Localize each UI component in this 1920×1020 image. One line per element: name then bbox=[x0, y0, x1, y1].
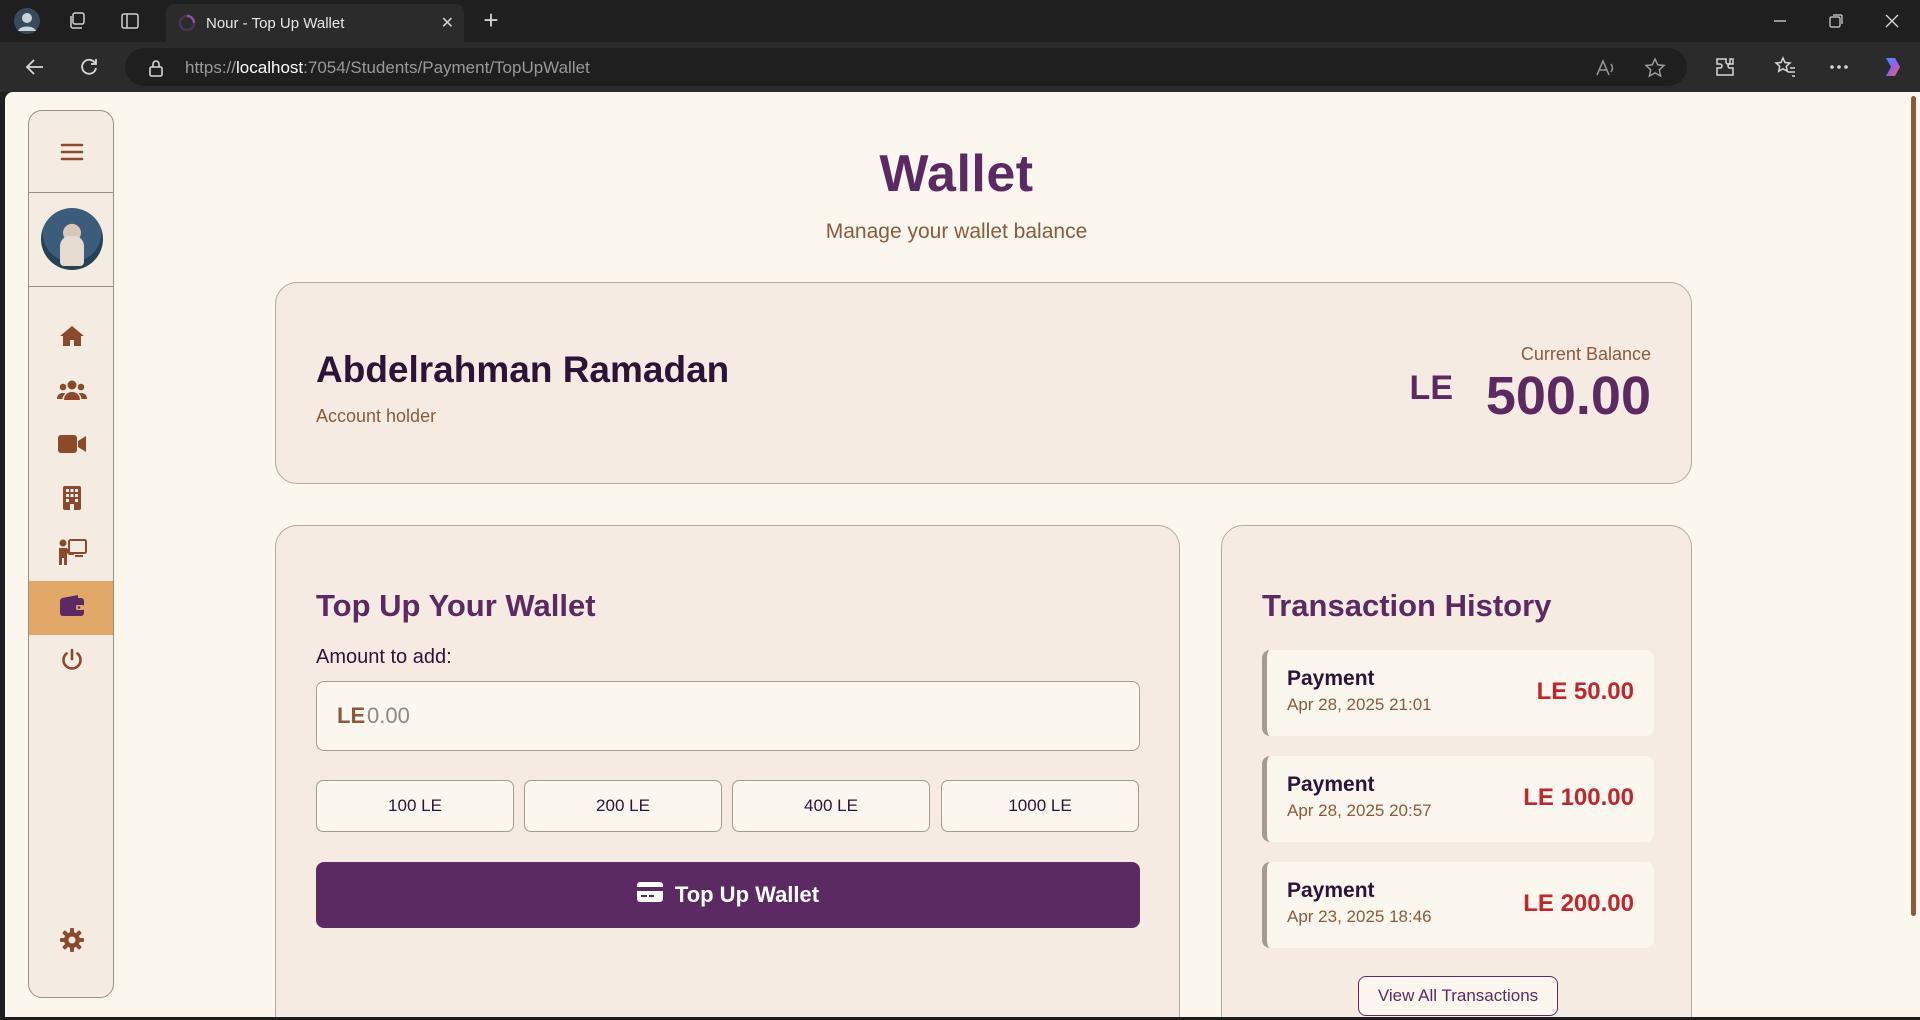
account-holder-label: Account holder bbox=[316, 406, 437, 426]
sidebar-item-videos[interactable] bbox=[29, 419, 113, 473]
video-icon bbox=[58, 434, 86, 459]
transaction-date: Apr 23, 2025 18:46 bbox=[1287, 907, 1432, 926]
amount-label: Amount to add: bbox=[316, 646, 452, 668]
sidebar-item-home[interactable] bbox=[29, 311, 113, 365]
browser-toolbar: https://localhost:7054/Students/Payment/… bbox=[0, 42, 1920, 92]
transaction-item[interactable]: Payment Apr 28, 2025 21:01 LE 50.00 bbox=[1262, 650, 1654, 736]
page-subtitle: Manage your wallet balance bbox=[825, 220, 1088, 243]
users-icon bbox=[57, 379, 87, 406]
page-scrollbar[interactable] bbox=[1908, 92, 1920, 1017]
read-aloud-icon[interactable] bbox=[1595, 57, 1617, 79]
quick-amount-1000-button[interactable]: 1000 LE bbox=[941, 780, 1139, 832]
more-options-icon[interactable] bbox=[1824, 52, 1854, 82]
transaction-type: Payment bbox=[1287, 667, 1375, 690]
copilot-icon[interactable] bbox=[1878, 52, 1908, 82]
close-tab-icon[interactable]: ✕ bbox=[441, 13, 454, 33]
loading-spinner-icon bbox=[178, 14, 196, 37]
url-text[interactable]: https://localhost:7054/Students/Payment/… bbox=[185, 58, 590, 78]
lock-icon[interactable] bbox=[145, 57, 167, 79]
back-icon[interactable] bbox=[20, 52, 50, 82]
amount-input[interactable]: LE 0.00 bbox=[316, 681, 1140, 751]
extensions-icon[interactable] bbox=[1710, 52, 1740, 82]
balance-amount: 500.00 bbox=[1485, 366, 1651, 426]
power-icon bbox=[60, 648, 84, 677]
credit-card-icon bbox=[636, 882, 663, 908]
restore-button[interactable] bbox=[1808, 0, 1864, 42]
topup-card: Top Up Your Wallet Amount to add: LE 0.0… bbox=[275, 525, 1180, 1017]
account-holder-name: Abdelrahman Ramadan bbox=[316, 349, 730, 390]
transaction-item[interactable]: Payment Apr 23, 2025 18:46 LE 200.00 bbox=[1262, 862, 1654, 948]
tab-title: Nour - Top Up Wallet bbox=[206, 15, 345, 32]
top-up-wallet-button[interactable]: Top Up Wallet bbox=[316, 862, 1140, 928]
balance-card: Abdelrahman Ramadan Account holder Curre… bbox=[275, 282, 1692, 484]
address-bar[interactable]: https://localhost:7054/Students/Payment/… bbox=[125, 48, 1687, 86]
favorites-icon[interactable] bbox=[1770, 52, 1800, 82]
teacher-icon bbox=[57, 538, 87, 570]
page-title: Wallet bbox=[879, 145, 1034, 203]
transaction-type: Payment bbox=[1287, 773, 1375, 796]
home-icon bbox=[59, 324, 85, 353]
wallet-icon bbox=[59, 594, 85, 622]
transaction-type: Payment bbox=[1287, 879, 1375, 902]
sidebar-item-wallet[interactable] bbox=[29, 581, 113, 635]
refresh-icon[interactable] bbox=[74, 52, 104, 82]
profile-avatar-icon[interactable] bbox=[13, 7, 41, 35]
sidebar-item-buildings[interactable] bbox=[29, 473, 113, 527]
sidebar-item-logout[interactable] bbox=[29, 635, 113, 689]
transaction-history-card: Transaction History Payment Apr 28, 2025… bbox=[1221, 525, 1692, 1017]
favorite-star-icon[interactable] bbox=[1644, 57, 1666, 79]
transaction-date: Apr 28, 2025 20:57 bbox=[1287, 801, 1432, 820]
transaction-history-title: Transaction History bbox=[1262, 588, 1552, 623]
close-window-button[interactable] bbox=[1864, 0, 1920, 42]
quick-amount-200-button[interactable]: 200 LE bbox=[524, 780, 722, 832]
sidebar-item-instructors[interactable] bbox=[29, 527, 113, 581]
quick-amount-100-button[interactable]: 100 LE bbox=[316, 780, 514, 832]
scrollbar-thumb[interactable] bbox=[1911, 96, 1916, 916]
tab-actions-icon[interactable] bbox=[116, 7, 144, 35]
building-icon bbox=[62, 485, 82, 515]
gear-icon bbox=[59, 927, 85, 958]
amount-placeholder: 0.00 bbox=[367, 703, 410, 728]
quick-amount-400-button[interactable]: 400 LE bbox=[732, 780, 930, 832]
sidebar-item-groups[interactable] bbox=[29, 365, 113, 419]
wallet-page: Wallet Manage your wallet balance Abdelr… bbox=[5, 92, 1908, 1017]
transaction-amount: LE 50.00 bbox=[1536, 678, 1634, 705]
browser-tab-bar: Nour - Top Up Wallet ✕ + bbox=[0, 0, 1920, 42]
sidebar-item-settings[interactable] bbox=[29, 915, 113, 969]
transaction-amount: LE 100.00 bbox=[1523, 784, 1634, 811]
transaction-amount: LE 200.00 bbox=[1523, 890, 1634, 917]
top-up-wallet-label: Top Up Wallet bbox=[674, 882, 820, 907]
workspaces-icon[interactable] bbox=[63, 7, 91, 35]
balance-currency: LE bbox=[1409, 369, 1453, 407]
current-balance-label: Current Balance bbox=[1520, 344, 1651, 364]
new-tab-button[interactable]: + bbox=[476, 6, 506, 36]
amount-currency: LE bbox=[337, 703, 366, 728]
topup-title: Top Up Your Wallet bbox=[316, 588, 596, 623]
minimize-button[interactable] bbox=[1752, 0, 1808, 42]
transaction-date: Apr 28, 2025 21:01 bbox=[1287, 695, 1432, 714]
browser-tab-active[interactable]: Nour - Top Up Wallet ✕ bbox=[166, 4, 464, 42]
transaction-item[interactable]: Payment Apr 28, 2025 20:57 LE 100.00 bbox=[1262, 756, 1654, 842]
view-all-transactions-button[interactable]: View All Transactions bbox=[1358, 976, 1558, 1016]
